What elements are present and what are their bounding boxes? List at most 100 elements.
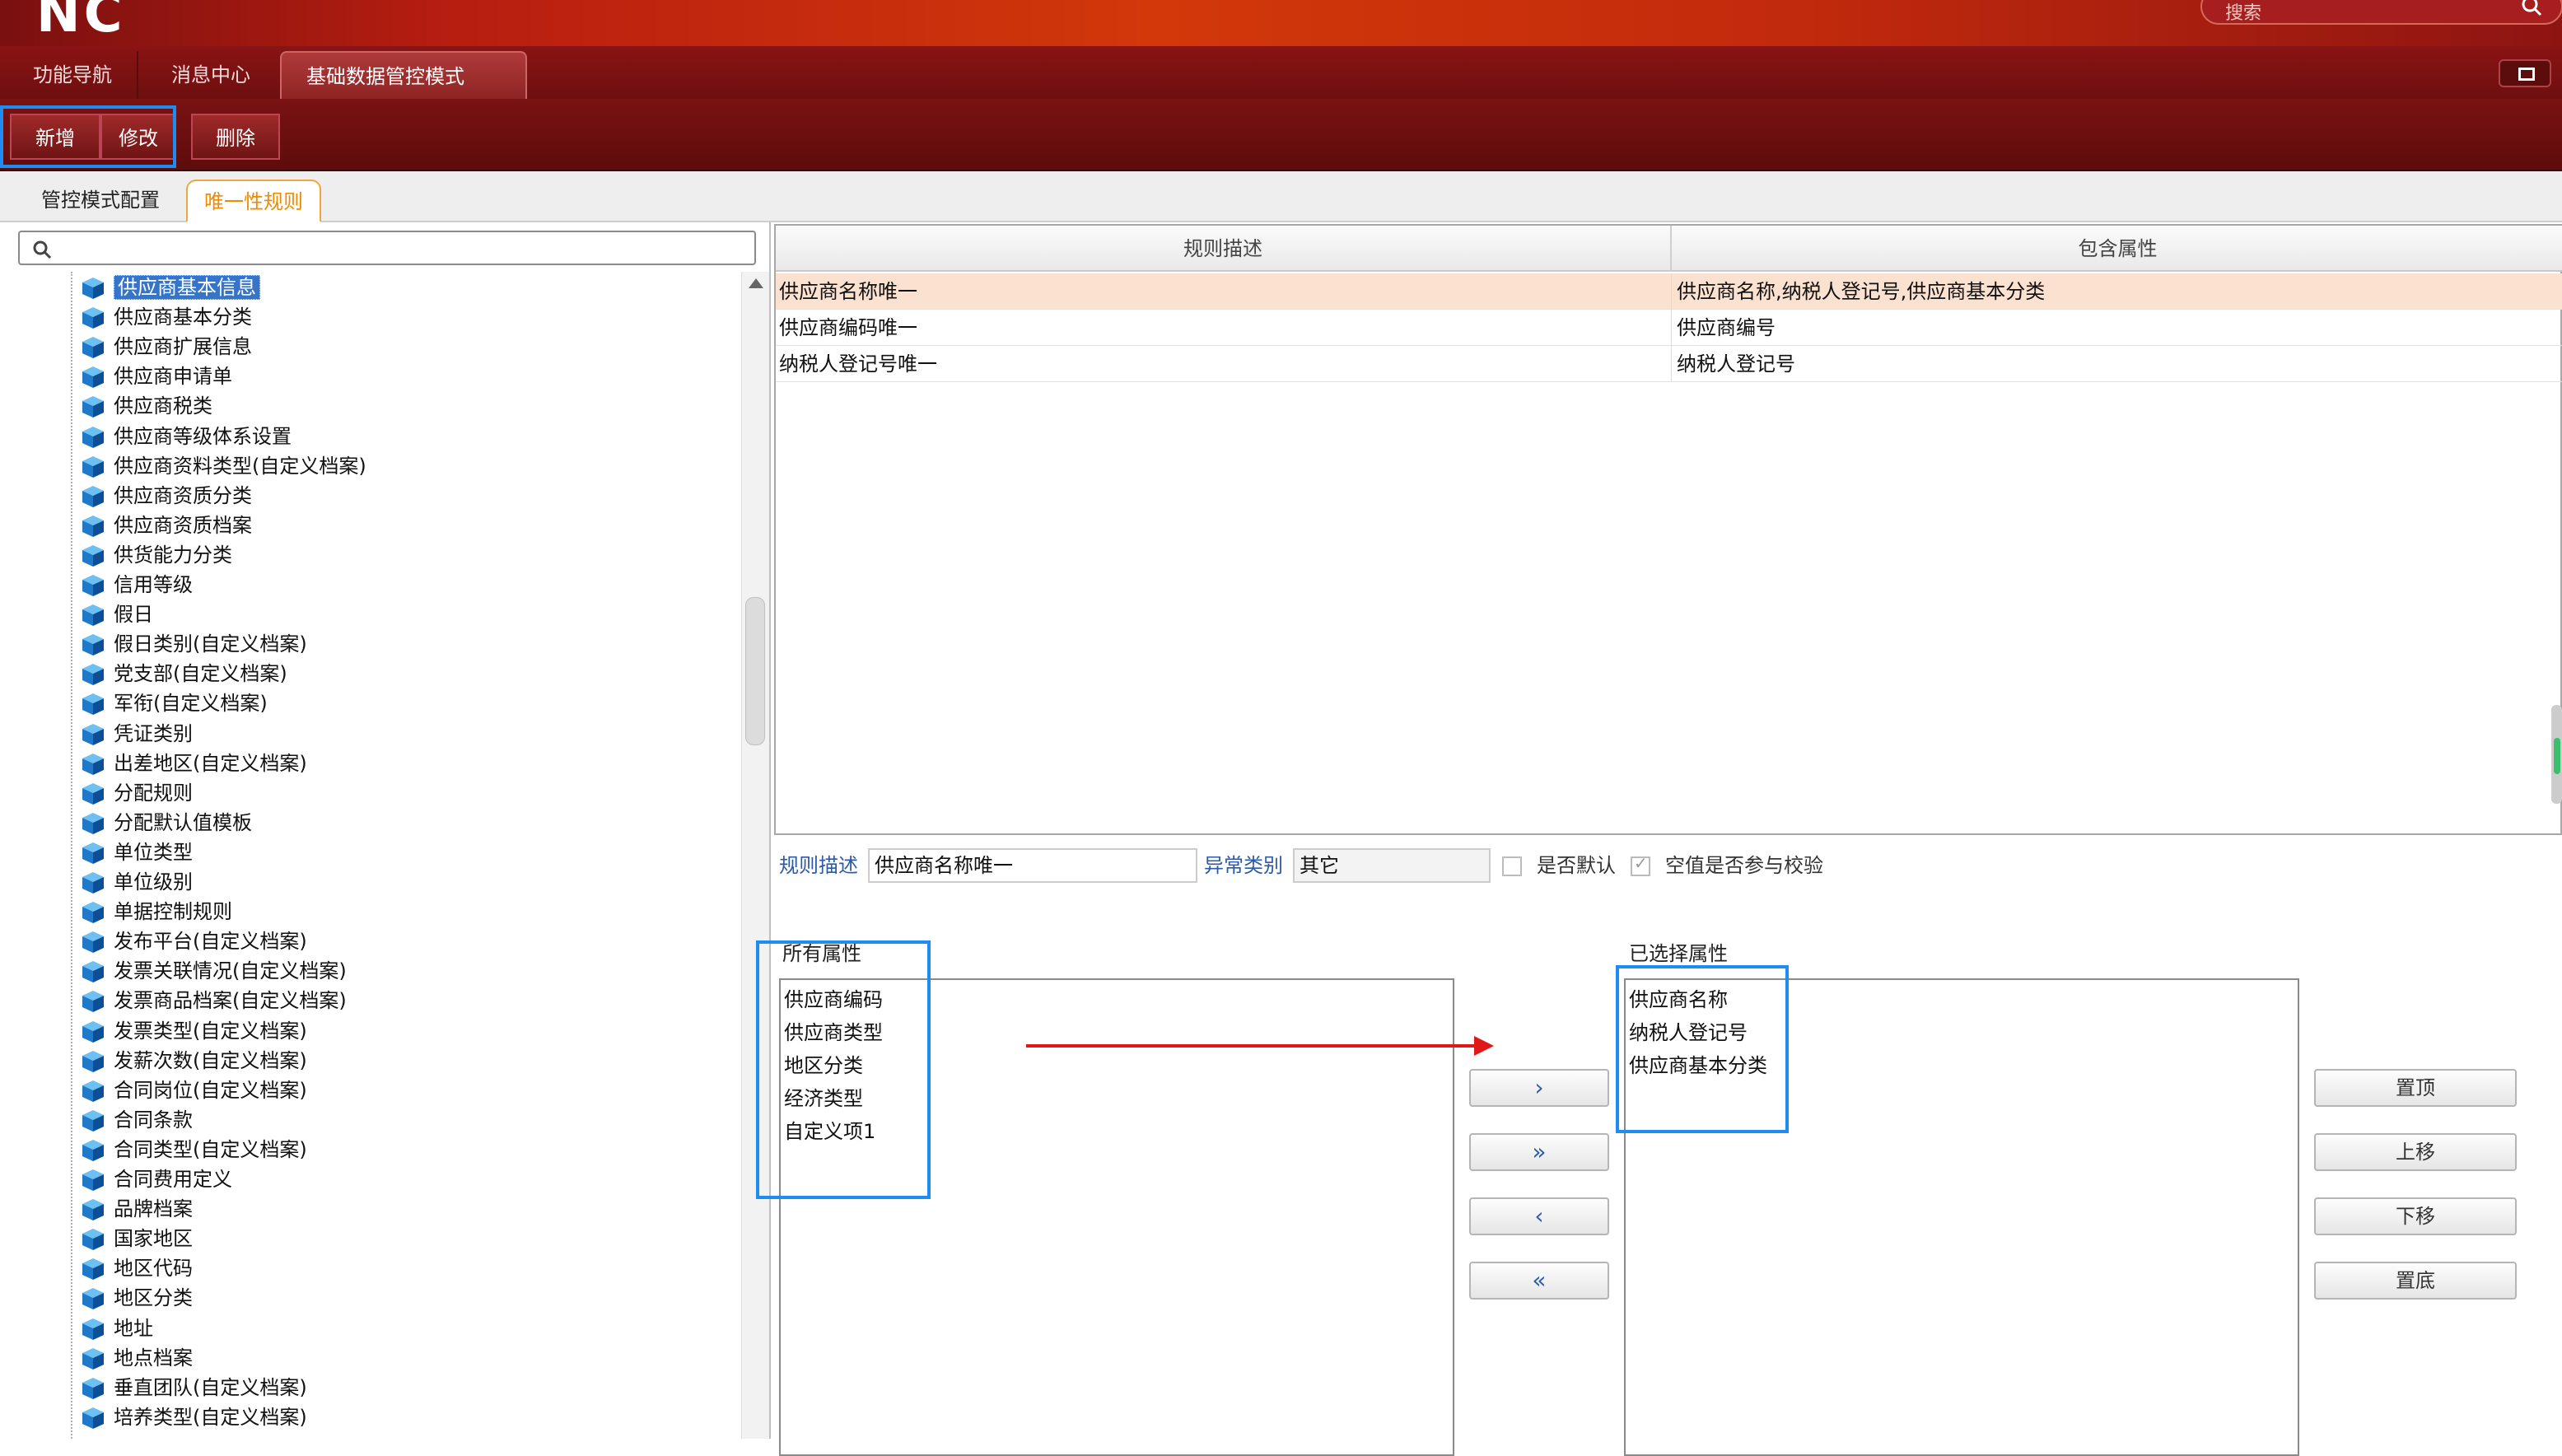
cube-icon bbox=[82, 485, 104, 507]
tree-item[interactable]: 国家地区 bbox=[81, 1225, 193, 1253]
tree-item[interactable]: 分配默认值模板 bbox=[81, 809, 252, 837]
tree-item[interactable]: 单位级别 bbox=[81, 868, 193, 896]
tree-item[interactable]: 地区代码 bbox=[81, 1254, 193, 1282]
grid-edge-scrollbar[interactable] bbox=[2551, 705, 2562, 804]
move-top-button[interactable]: 置顶 bbox=[2314, 1069, 2517, 1107]
cube-icon bbox=[82, 782, 104, 805]
cube-icon bbox=[82, 426, 104, 448]
cell-rule-desc: 纳税人登记号唯一 bbox=[776, 346, 1672, 382]
tree-search-input[interactable] bbox=[18, 231, 756, 265]
table-row[interactable]: 纳税人登记号唯一 纳税人登记号 bbox=[776, 346, 2562, 382]
tree-item-label: 垂直团队(自定义档案) bbox=[114, 1375, 307, 1399]
scroll-indicator bbox=[2554, 738, 2560, 774]
tree-item[interactable]: 供应商税类 bbox=[81, 392, 212, 420]
tree-item-label: 单位级别 bbox=[114, 870, 193, 894]
tree-item[interactable]: 地点档案 bbox=[81, 1344, 193, 1372]
column-header-attributes[interactable]: 包含属性 bbox=[1672, 226, 2562, 272]
tree-item[interactable]: 党支部(自定义档案) bbox=[81, 660, 287, 688]
tree-item[interactable]: 地区分类 bbox=[81, 1284, 193, 1312]
tree-item[interactable]: 合同条款 bbox=[81, 1106, 193, 1134]
tree-item-label: 供应商税类 bbox=[114, 394, 212, 418]
tree-item-label: 假日类别(自定义档案) bbox=[114, 632, 307, 656]
tree-item[interactable]: 合同类型(自定义档案) bbox=[81, 1136, 307, 1164]
tree-item[interactable]: 假日 bbox=[81, 600, 153, 628]
scroll-thumb[interactable] bbox=[745, 597, 765, 745]
move-right-button[interactable]: › bbox=[1469, 1069, 1609, 1107]
tree-item[interactable]: 品牌档案 bbox=[81, 1195, 193, 1223]
move-bottom-button[interactable]: 置底 bbox=[2314, 1262, 2517, 1300]
null-check-checkbox[interactable] bbox=[1631, 853, 1650, 876]
tree-item[interactable]: 出差地区(自定义档案) bbox=[81, 749, 307, 777]
delete-button[interactable]: 删除 bbox=[191, 114, 280, 160]
tree-item-label: 国家地区 bbox=[114, 1227, 193, 1251]
nav-bar: 功能导航 消息中心 基础数据管控模式 bbox=[0, 46, 2562, 99]
search-icon[interactable] bbox=[2520, 0, 2543, 18]
grid-header: 规则描述 包含属性 bbox=[776, 226, 2562, 272]
tree-item[interactable]: 供应商资质档案 bbox=[81, 511, 252, 539]
tree-item-label: 发票关联情况(自定义档案) bbox=[114, 959, 347, 983]
nav-tab-function-nav[interactable]: 功能导航 bbox=[8, 51, 138, 99]
table-row[interactable]: 供应商名称唯一 供应商名称,纳税人登记号,供应商基本分类 bbox=[776, 273, 2562, 310]
tree-item[interactable]: 分配规则 bbox=[81, 779, 193, 807]
nav-tab-master-data-control[interactable]: 基础数据管控模式 bbox=[280, 51, 527, 99]
cube-icon bbox=[82, 1169, 104, 1191]
tree-item[interactable]: 供应商申请单 bbox=[81, 362, 232, 390]
tree-item[interactable]: 假日类别(自定义档案) bbox=[81, 630, 307, 658]
tree-item[interactable]: 供货能力分类 bbox=[81, 541, 232, 569]
tree-item-label: 合同类型(自定义档案) bbox=[114, 1137, 307, 1161]
cube-icon bbox=[82, 1199, 104, 1221]
tree-item[interactable]: 发薪次数(自定义档案) bbox=[81, 1047, 307, 1075]
tree-scrollbar[interactable] bbox=[741, 272, 769, 1439]
cube-icon bbox=[82, 1050, 104, 1072]
tree-item[interactable]: 供应商基本分类 bbox=[81, 303, 252, 331]
tree-item[interactable]: 供应商资质分类 bbox=[81, 482, 252, 510]
cube-icon bbox=[82, 1318, 104, 1340]
move-all-left-button[interactable]: « bbox=[1469, 1262, 1609, 1300]
tree-item[interactable]: 军衔(自定义档案) bbox=[81, 689, 268, 717]
cube-icon bbox=[82, 1347, 104, 1370]
tree-item[interactable]: 发票商品档案(自定义档案) bbox=[81, 987, 347, 1015]
cube-icon bbox=[82, 544, 104, 567]
move-down-button[interactable]: 下移 bbox=[2314, 1197, 2517, 1235]
cube-icon bbox=[82, 634, 104, 656]
table-row[interactable]: 供应商编码唯一 供应商编号 bbox=[776, 310, 2562, 346]
tree-item[interactable]: 供应商资料类型(自定义档案) bbox=[81, 452, 366, 480]
selected-attributes-title: 已选择属性 bbox=[1629, 942, 1728, 965]
tree-item[interactable]: 发布平台(自定义档案) bbox=[81, 927, 307, 955]
tree-item[interactable]: 垂直团队(自定义档案) bbox=[81, 1374, 307, 1402]
tree-item[interactable]: 发票类型(自定义档案) bbox=[81, 1017, 307, 1045]
tab-control-mode-config[interactable]: 管控模式配置 bbox=[25, 180, 176, 222]
tree-item[interactable]: 供应商基本信息 bbox=[81, 273, 260, 301]
tree-item[interactable]: 地址 bbox=[81, 1314, 153, 1342]
cube-icon bbox=[82, 991, 104, 1013]
nav-tab-message-center[interactable]: 消息中心 bbox=[147, 51, 275, 99]
move-all-right-button[interactable]: » bbox=[1469, 1133, 1609, 1171]
maximize-button[interactable] bbox=[2499, 59, 2551, 87]
tree-item-label: 供应商基本信息 bbox=[114, 275, 260, 300]
scroll-up-arrow[interactable] bbox=[749, 278, 763, 288]
tree-item-label: 地区分类 bbox=[114, 1286, 193, 1310]
is-default-checkbox[interactable] bbox=[1502, 856, 1522, 876]
tree-item[interactable]: 供应商扩展信息 bbox=[81, 333, 252, 361]
rule-desc-input[interactable]: 供应商名称唯一 bbox=[868, 848, 1197, 883]
toolbar: 新增 修改 删除 bbox=[0, 99, 2562, 171]
tree-item[interactable]: 凭证类别 bbox=[81, 720, 193, 748]
move-up-button[interactable]: 上移 bbox=[2314, 1133, 2517, 1171]
tree-item[interactable]: 合同费用定义 bbox=[81, 1165, 232, 1193]
tree-item[interactable]: 供应商等级体系设置 bbox=[81, 422, 292, 450]
top-bar: NC 搜索 bbox=[0, 0, 2562, 46]
column-header-rule-desc[interactable]: 规则描述 bbox=[776, 226, 1672, 272]
tree-item[interactable]: 合同岗位(自定义档案) bbox=[81, 1076, 307, 1104]
global-search[interactable]: 搜索 bbox=[2200, 0, 2562, 25]
highlight-box-all-attributes bbox=[756, 940, 931, 1199]
tree-item[interactable]: 发票关联情况(自定义档案) bbox=[81, 957, 347, 985]
tree-item-label: 军衔(自定义档案) bbox=[114, 692, 268, 716]
exception-type-select[interactable]: 其它 bbox=[1293, 848, 1491, 883]
tree-item[interactable]: 单据控制规则 bbox=[81, 898, 232, 926]
move-left-button[interactable]: ‹ bbox=[1469, 1197, 1609, 1235]
tree-item[interactable]: 信用等级 bbox=[81, 571, 193, 599]
tab-uniqueness-rules[interactable]: 唯一性规则 bbox=[186, 180, 321, 222]
tree-item[interactable]: 培养类型(自定义档案) bbox=[81, 1403, 307, 1431]
cube-icon bbox=[82, 931, 104, 954]
tree-item[interactable]: 单位类型 bbox=[81, 838, 193, 866]
